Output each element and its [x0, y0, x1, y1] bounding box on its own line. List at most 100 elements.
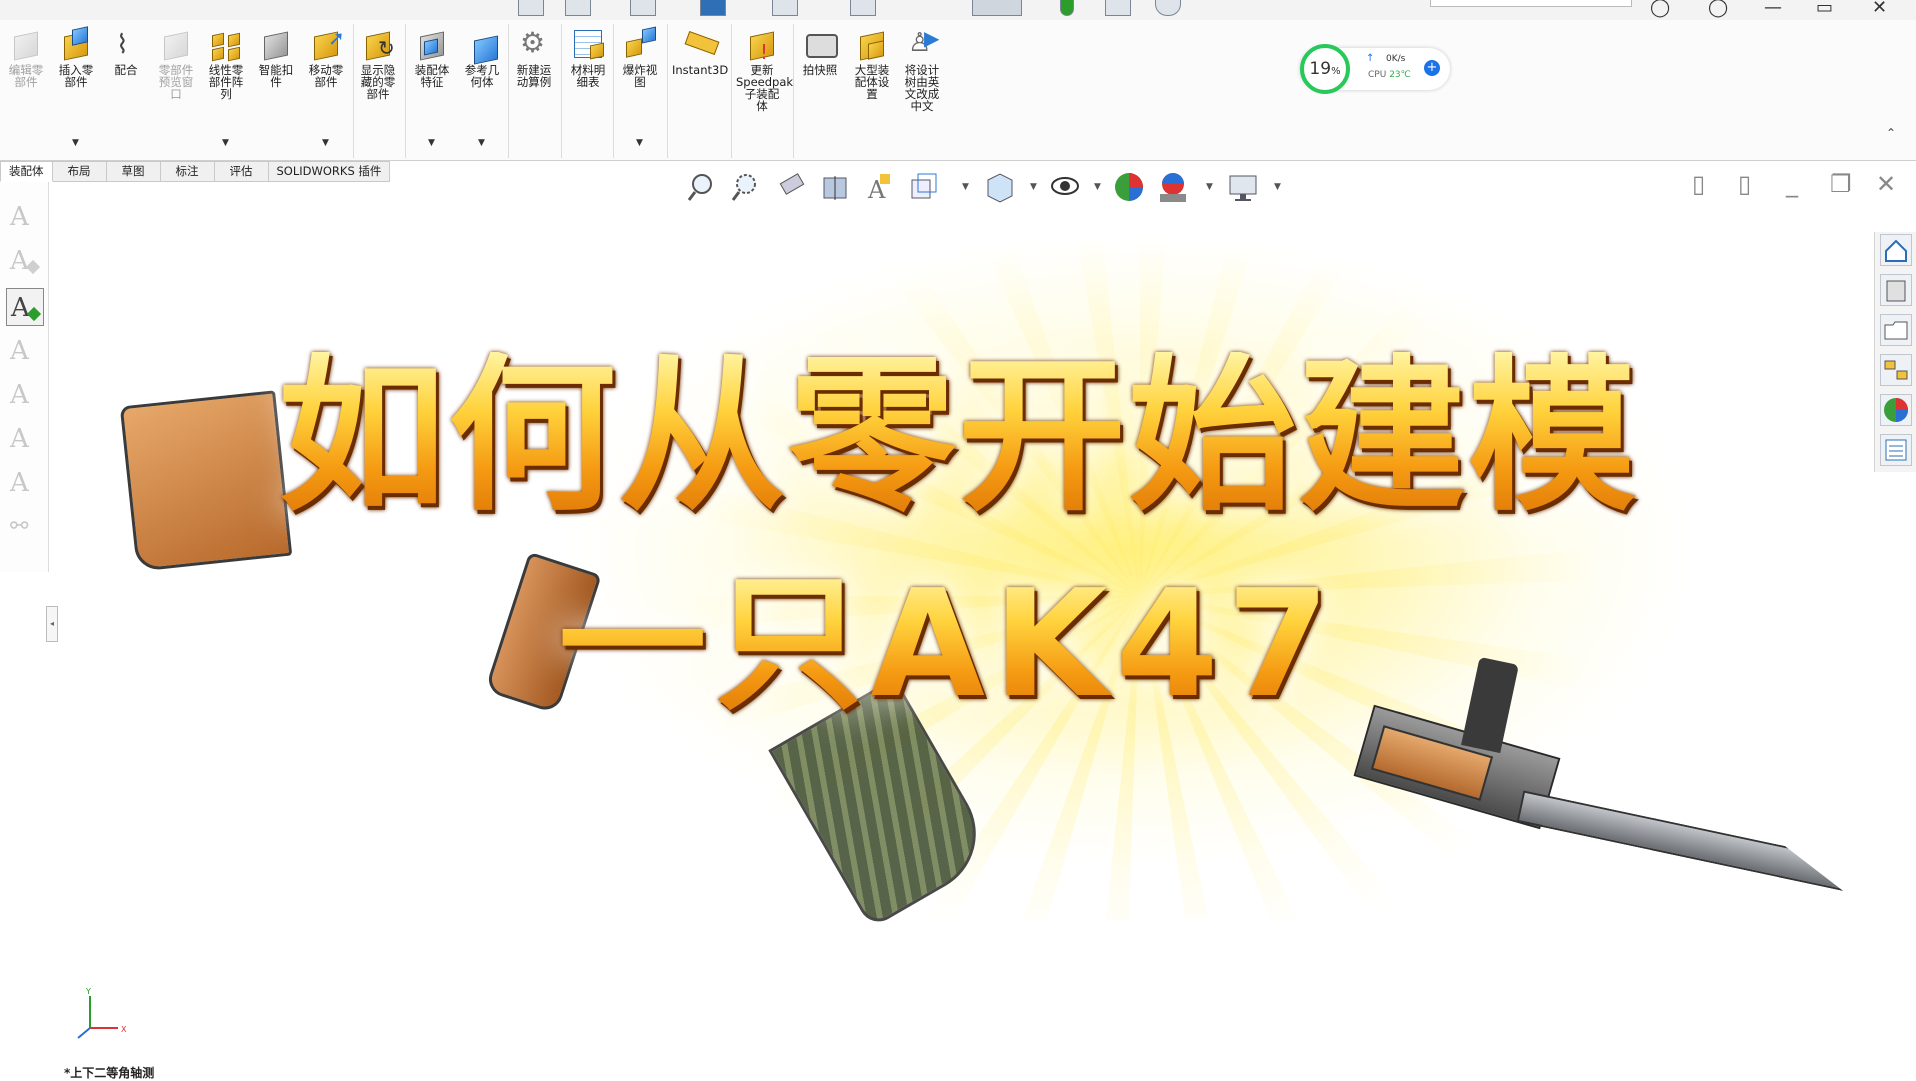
display-style-dropdown-icon[interactable]: ▼: [1030, 182, 1037, 192]
redo-icon[interactable]: [850, 0, 876, 16]
overlay-title-line1: 如何从零开始建模: [0, 352, 1916, 520]
hide-show-dropdown-icon[interactable]: ▼: [1094, 182, 1101, 192]
collapse-ribbon-icon[interactable]: ⌃: [1886, 126, 1896, 140]
note-icon: A: [10, 202, 29, 232]
print-icon[interactable]: [700, 0, 726, 16]
hide-show-items-icon[interactable]: [1048, 170, 1082, 204]
open-icon[interactable]: [565, 0, 591, 16]
instant3d-button[interactable]: Instant3D: [672, 26, 728, 76]
display-style-icon[interactable]: [982, 170, 1016, 204]
balloon-tool[interactable]: A: [6, 242, 42, 278]
minimize-icon[interactable]: —: [1764, 0, 1782, 17]
cpu-temp: CPU 23℃: [1368, 70, 1411, 80]
view-orientation-dropdown-icon[interactable]: ▼: [962, 182, 969, 192]
doc-close-icon[interactable]: ✕: [1876, 172, 1896, 196]
tile-left-icon[interactable]: ▯: [1692, 172, 1705, 196]
move-component-dropdown-icon[interactable]: ▼: [322, 138, 329, 148]
user-icon[interactable]: ◯: [1650, 0, 1670, 17]
overlay-title-line2: 一只AK47: [0, 570, 1906, 718]
cpu-usage-ring: 19%: [1300, 44, 1350, 94]
undo-icon[interactable]: [772, 0, 798, 16]
solidworks-resources-icon[interactable]: [1880, 234, 1912, 266]
doc-minimize-icon[interactable]: _: [1786, 172, 1798, 196]
apply-scene-icon[interactable]: [1156, 170, 1190, 204]
reference-geometry-dropdown-icon[interactable]: ▼: [478, 138, 485, 148]
take-snapshot-button[interactable]: 拍快照: [794, 26, 846, 76]
exploded-view-dropdown-icon[interactable]: ▼: [636, 138, 643, 148]
linear-pattern-icon: [212, 32, 224, 48]
balloon-icon: A: [10, 246, 29, 276]
component-preview-button[interactable]: 零部件 预览窗 口: [150, 26, 202, 100]
gears-icon: ⚙: [520, 26, 546, 59]
annotation-edit-icon: A: [11, 293, 30, 323]
edit-component-icon: [14, 31, 38, 61]
assembly-features-button[interactable]: 装配体 特征: [406, 26, 458, 88]
file-properties-icon[interactable]: [1105, 0, 1131, 16]
tab-assembly[interactable]: 装配体: [0, 161, 53, 182]
translate-tree-button[interactable]: ♙ ▶ 将设计 树由英 文改成 中文: [896, 26, 948, 112]
mate-button[interactable]: ⌇ 配合: [100, 26, 152, 76]
section-view-icon[interactable]: [818, 170, 852, 204]
linear-pattern-dropdown-icon[interactable]: ▼: [222, 138, 229, 148]
annotation-tool-active[interactable]: A: [6, 288, 44, 326]
file-explorer-icon[interactable]: [1880, 314, 1912, 346]
command-manager-tabs: 装配体 布局 草图 标注 评估 SOLIDWORKS 插件: [0, 161, 391, 182]
ribbon-separator: [667, 24, 668, 158]
apply-scene-dropdown-icon[interactable]: ▼: [1206, 182, 1213, 192]
smart-fasteners-button[interactable]: 智能扣 件: [250, 26, 302, 88]
design-library-icon[interactable]: [1880, 274, 1912, 306]
command-manager-ribbon: 编辑零 部件 插入零 部件 ⌇ 配合 零部件 预览窗 口 线性零 部件阵 列 智…: [0, 20, 1916, 161]
zoom-to-fit-icon[interactable]: [686, 170, 720, 204]
camera-icon: [806, 34, 838, 58]
new-motion-study-button[interactable]: ⚙ 新建运 动算例: [508, 26, 560, 88]
edit-appearance-icon[interactable]: [1112, 170, 1146, 204]
move-component-button[interactable]: ➚ 移动零 部件: [300, 26, 352, 88]
previous-view-icon[interactable]: [774, 170, 808, 204]
insert-component-button[interactable]: 插入零 部件: [50, 26, 102, 88]
assembly-features-dropdown-icon[interactable]: ▼: [428, 138, 435, 148]
options-gear-icon[interactable]: [1155, 0, 1181, 16]
exploded-view-button[interactable]: 爆炸视 图: [614, 26, 666, 88]
note-tool[interactable]: A: [6, 198, 42, 234]
ribbon-separator: [731, 24, 732, 158]
tab-solidworks-addins[interactable]: SOLIDWORKS 插件: [268, 161, 391, 182]
view-orientation-icon[interactable]: [906, 170, 940, 204]
reference-triad: Y X: [77, 988, 127, 1039]
tab-evaluate[interactable]: 评估: [214, 161, 269, 182]
tab-markup[interactable]: 标注: [160, 161, 215, 182]
update-speedpak-button[interactable]: ! 更新 Speedpak 子装配 体: [736, 26, 793, 112]
smart-fastener-icon: [264, 31, 288, 61]
linear-pattern-button[interactable]: 线性零 部件阵 列: [200, 26, 252, 100]
exploded-view-icon: [626, 38, 642, 58]
instant3d-icon: [684, 30, 720, 56]
dynamic-annotation-icon[interactable]: A: [862, 170, 896, 204]
bill-of-materials-button[interactable]: 材料明 细表: [562, 26, 614, 88]
new-icon[interactable]: [518, 0, 544, 16]
save-icon[interactable]: [630, 0, 656, 16]
maximize-icon[interactable]: ▭: [1816, 0, 1833, 17]
tab-layout[interactable]: 布局: [52, 161, 107, 182]
large-assembly-settings-button[interactable]: 大型装 配体设 置: [846, 26, 898, 100]
edit-component-button[interactable]: 编辑零 部件: [0, 26, 52, 88]
help-icon[interactable]: ◯: [1708, 0, 1728, 17]
reference-geometry-button[interactable]: 参考几 何体: [456, 26, 508, 88]
performance-widget[interactable]: 19% ↑ 0K/s CPU 23℃ +: [1300, 44, 1450, 94]
view-settings-dropdown-icon[interactable]: ▼: [1274, 182, 1281, 192]
tile-right-icon[interactable]: ▯: [1738, 172, 1751, 196]
zoom-to-area-icon[interactable]: [730, 170, 764, 204]
add-icon[interactable]: +: [1424, 60, 1440, 76]
rebuild-icon[interactable]: [1060, 0, 1074, 16]
view-settings-icon[interactable]: [1226, 170, 1260, 204]
search-input[interactable]: [1430, 0, 1632, 7]
tab-sketch[interactable]: 草图: [106, 161, 161, 182]
show-hidden-components-button[interactable]: ↻ 显示隐 藏的零 部件: [352, 26, 404, 100]
select-icon[interactable]: [972, 0, 1022, 16]
view-orientation-name: *上下二等角轴测: [64, 1066, 155, 1080]
preview-window-icon: [164, 31, 188, 61]
doc-restore-icon[interactable]: ❐: [1830, 172, 1852, 196]
triad-y-label: Y: [85, 988, 91, 996]
close-icon[interactable]: ✕: [1872, 0, 1887, 17]
edit-component-dropdown-icon[interactable]: ▼: [72, 138, 79, 148]
paperclip-icon: ⌇: [116, 30, 129, 60]
triad-x-label: X: [121, 1025, 127, 1034]
